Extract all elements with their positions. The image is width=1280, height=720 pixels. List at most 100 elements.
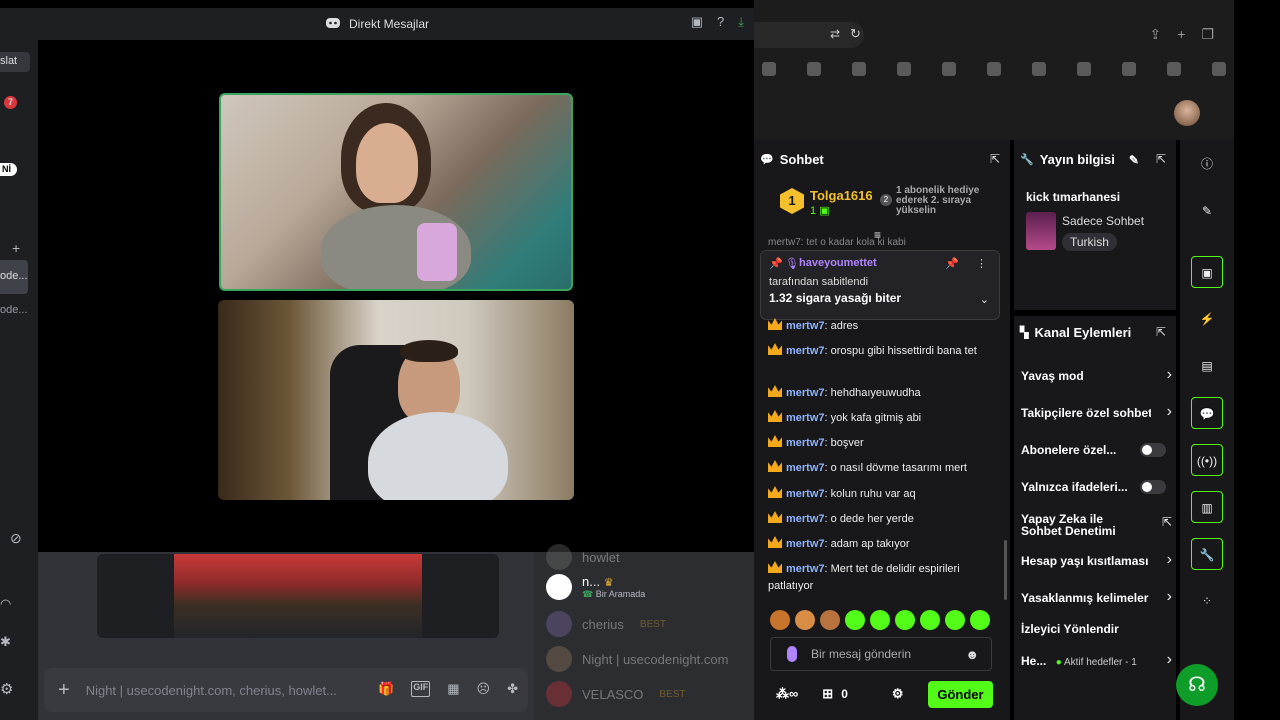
dm-item-2[interactable]: ode... — [0, 304, 28, 316]
unpin-icon[interactable]: 📌 — [945, 257, 959, 270]
add-dm-icon[interactable]: + — [12, 240, 20, 256]
wrench-icon[interactable]: 🔧 — [1191, 538, 1223, 570]
emote-icon[interactable] — [895, 610, 915, 630]
member-item[interactable]: Night | usecodenight.com — [546, 646, 728, 672]
action-goals[interactable]: He... ● Aktif hedefler - 1 — [1021, 654, 1151, 668]
chat-username[interactable]: mertw7 — [786, 563, 825, 575]
chevron-right-icon[interactable]: › — [1167, 588, 1172, 606]
bookmark-icon[interactable] — [1167, 62, 1181, 76]
stream-category[interactable]: Sadece Sohbet — [1062, 214, 1144, 228]
help-icon[interactable]: ? — [717, 14, 724, 30]
chat-username[interactable]: mertw7 — [786, 538, 825, 550]
bookmark-icon[interactable] — [1032, 62, 1046, 76]
chevron-right-icon[interactable]: › — [1167, 403, 1172, 421]
add-attachment-icon[interactable]: + — [58, 679, 70, 702]
chat-username[interactable]: mertw7 — [786, 412, 825, 424]
send-button[interactable]: Gönder — [928, 681, 993, 708]
popout-icon[interactable]: ⇱ — [1156, 325, 1166, 339]
notes-icon[interactable]: ▤ — [1191, 350, 1223, 382]
member-item[interactable]: VELASCO BEST — [546, 681, 686, 707]
chat-scrollbar[interactable] — [1004, 540, 1007, 600]
bookmark-icon[interactable] — [942, 62, 956, 76]
popout-icon[interactable]: ⇱ — [990, 152, 1000, 166]
chat-username[interactable]: mertw7 — [786, 488, 825, 500]
chevron-right-icon[interactable]: › — [1167, 651, 1172, 669]
chat-username[interactable]: mertw7 — [786, 320, 825, 332]
emoji-icon[interactable]: ☹ — [477, 681, 491, 697]
emote-icon[interactable] — [845, 610, 865, 630]
sticker-icon[interactable]: ▦ — [447, 681, 459, 697]
pinned-message[interactable]: 📌 🎙 haveyoumettet 📌 ⋮ tarafından sabitle… — [760, 250, 1000, 320]
gift-icon[interactable]: 🎁 — [378, 681, 394, 697]
action-followers-only[interactable]: Takipçilere özel sohbet — [1021, 406, 1151, 420]
address-bar[interactable]: ⇄ ↻ — [754, 22, 864, 48]
chevron-right-icon[interactable]: › — [1167, 551, 1172, 569]
subscribers-only-toggle[interactable] — [1140, 443, 1166, 457]
download-icon[interactable]: ⤓ — [738, 14, 744, 30]
lightning-icon[interactable]: ⚡ — [1191, 303, 1223, 335]
share-icon[interactable]: ⇪ — [1150, 26, 1162, 43]
new-tab-icon[interactable]: + — [1177, 26, 1185, 43]
bookmark-icon[interactable] — [762, 62, 776, 76]
action-banned-words[interactable]: Yasaklanmış kelimeler — [1021, 591, 1157, 605]
action-ai-moderation[interactable]: Yapay Zeka ile Sohbet Denetimi — [1021, 513, 1131, 537]
emote-icon[interactable] — [970, 610, 990, 630]
sidebar-tab-label[interactable]: slat — [0, 52, 30, 72]
emote-icon[interactable] — [870, 610, 890, 630]
tabs-overview-icon[interactable]: ❐ — [1201, 26, 1214, 43]
bookmark-icon[interactable] — [807, 62, 821, 76]
bookmark-icon[interactable] — [1122, 62, 1136, 76]
language-tag[interactable]: Turkish — [1062, 233, 1117, 251]
translate-icon[interactable]: ⇄ — [830, 27, 840, 41]
bookmark-icon[interactable] — [1077, 62, 1091, 76]
external-link-icon[interactable]: ⇱ — [1162, 515, 1172, 529]
chat-settings-gear-icon[interactable]: ⚙ — [892, 686, 904, 702]
chat-icon[interactable]: 💬 — [1191, 397, 1223, 429]
member-item[interactable]: howlet — [546, 544, 620, 570]
emotes-only-toggle[interactable] — [1140, 480, 1166, 494]
settings-gear-icon[interactable]: ⚙ — [0, 680, 13, 698]
block-icon[interactable]: ⊘ — [10, 530, 22, 547]
mic-icon[interactable] — [787, 646, 797, 662]
chat-username[interactable]: mertw7 — [786, 345, 825, 357]
headset-icon[interactable]: ◠ — [0, 596, 11, 612]
edit-icon[interactable]: ✎ — [1129, 153, 1139, 167]
inbox-icon[interactable]: ▣ — [691, 14, 703, 30]
stream-preview[interactable] — [97, 554, 499, 638]
emote-icon[interactable] — [920, 610, 940, 630]
chat-username[interactable]: mertw7 — [786, 437, 825, 449]
action-slow-mode[interactable]: Yavaş mod — [1021, 369, 1171, 383]
more-options-icon[interactable]: ⋮ — [976, 257, 987, 270]
stream-info-icon[interactable]: ▥ — [1191, 491, 1223, 523]
reload-icon[interactable]: ↻ — [850, 26, 861, 42]
emote-icon[interactable] — [820, 610, 840, 630]
emote-icon[interactable] — [795, 610, 815, 630]
popout-icon[interactable]: ⇱ — [1156, 152, 1166, 166]
info-icon[interactable]: ⓘ — [1191, 148, 1223, 180]
gifter-name[interactable]: Tolga1616 — [810, 188, 873, 203]
gift-icon[interactable]: ⊞ — [822, 686, 833, 702]
chevron-down-icon[interactable]: ⌄ — [980, 293, 989, 306]
emote-icon[interactable] — [945, 610, 965, 630]
bookmark-icon[interactable] — [1212, 62, 1226, 76]
member-item[interactable]: cherius BEST — [546, 611, 666, 637]
apps-icon[interactable]: ✤ — [507, 681, 518, 697]
video-tile-participant-1[interactable] — [219, 93, 573, 291]
action-account-age[interactable]: Hesap yaşı kısıtlaması — [1021, 554, 1157, 568]
chat-username[interactable]: mertw7 — [786, 513, 825, 525]
action-emotes-only[interactable]: Yalnızca ifadeleri... — [1021, 480, 1139, 494]
bookmark-icon[interactable] — [852, 62, 866, 76]
action-raid[interactable]: İzleyici Yönlendir — [1021, 622, 1171, 636]
broadcast-icon[interactable]: ((•)) — [1191, 444, 1223, 476]
bookmark-icon[interactable] — [987, 62, 1001, 76]
pinned-user[interactable]: haveyoumettet — [799, 257, 877, 269]
edit-icon[interactable]: ✎ — [1191, 195, 1223, 227]
chevron-right-icon[interactable]: › — [1167, 366, 1172, 384]
emote-icon[interactable] — [770, 610, 790, 630]
emoji-icon[interactable]: ☻ — [965, 647, 979, 662]
video-tile-participant-2[interactable] — [218, 300, 574, 500]
chat-message-input[interactable]: Bir mesaj gönderin ☻ — [770, 637, 992, 671]
action-subscribers-only[interactable]: Abonelere özel... — [1021, 443, 1131, 457]
chat-username[interactable]: mertw7 — [786, 387, 825, 399]
dm-item-1[interactable]: ode... — [0, 260, 28, 294]
